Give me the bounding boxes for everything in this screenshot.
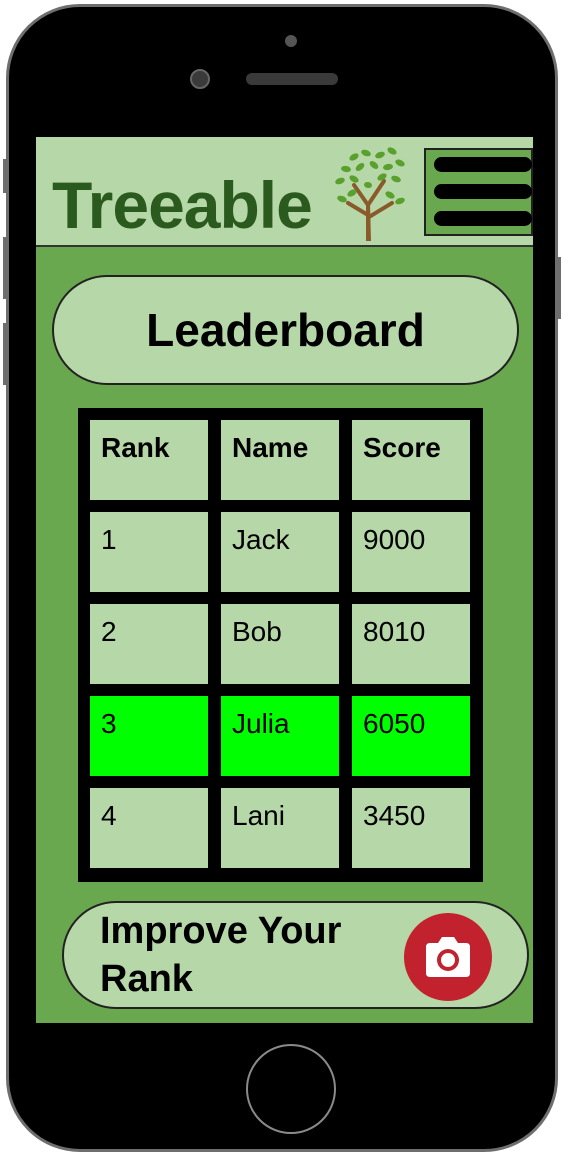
column-header-score: Score bbox=[352, 420, 470, 500]
table-header-row: Rank Name Score bbox=[90, 420, 471, 500]
table-row: 2 Bob 8010 bbox=[90, 604, 471, 684]
score-cell: 8010 bbox=[352, 604, 470, 684]
leaderboard-title-banner: Leaderboard bbox=[52, 275, 519, 385]
score-cell: 6050 bbox=[352, 696, 470, 776]
score-cell: 3450 bbox=[352, 788, 470, 868]
rank-cell: 3 bbox=[90, 696, 208, 776]
camera-icon bbox=[426, 937, 470, 977]
score-cell: 9000 bbox=[352, 512, 470, 592]
leaderboard-table: Rank Name Score 1 Jack 9000 2 Bob 8010 3… bbox=[78, 408, 483, 882]
brand-name: Treeable bbox=[52, 168, 313, 242]
rank-cell: 4 bbox=[90, 788, 208, 868]
column-header-name: Name bbox=[221, 420, 339, 500]
improve-rank-button[interactable]: Improve Your Rank bbox=[62, 901, 529, 1009]
menu-line bbox=[434, 157, 532, 172]
proximity-sensor bbox=[190, 69, 210, 89]
name-cell: Bob bbox=[221, 604, 339, 684]
menu-line bbox=[434, 184, 532, 199]
name-cell: Julia bbox=[221, 696, 339, 776]
hamburger-menu-icon[interactable] bbox=[424, 148, 533, 236]
table-row: 1 Jack 9000 bbox=[90, 512, 471, 592]
app-screen: Treeable Leaderboard Rank Name Score 1 J… bbox=[36, 137, 533, 1023]
front-camera bbox=[285, 35, 297, 47]
rank-cell: 1 bbox=[90, 512, 208, 592]
earpiece-speaker bbox=[246, 73, 338, 85]
rank-cell: 2 bbox=[90, 604, 208, 684]
power-button bbox=[557, 257, 561, 319]
menu-line bbox=[434, 211, 532, 226]
mute-switch bbox=[3, 159, 7, 193]
improve-rank-label: Improve Your Rank bbox=[100, 907, 400, 1003]
tree-icon bbox=[335, 147, 405, 241]
volume-up-button bbox=[3, 237, 7, 299]
page-title: Leaderboard bbox=[146, 304, 425, 356]
improve-rank-line1: Improve Your bbox=[100, 910, 342, 952]
table-row-highlighted: 3 Julia 6050 bbox=[90, 696, 471, 776]
volume-down-button bbox=[3, 323, 7, 385]
table-row: 4 Lani 3450 bbox=[90, 788, 471, 868]
name-cell: Jack bbox=[221, 512, 339, 592]
home-button[interactable] bbox=[246, 1044, 336, 1134]
app-header: Treeable bbox=[36, 137, 533, 247]
improve-rank-line2: Rank bbox=[100, 958, 193, 1000]
name-cell: Lani bbox=[221, 788, 339, 868]
column-header-rank: Rank bbox=[90, 420, 208, 500]
camera-button[interactable] bbox=[404, 913, 492, 1001]
